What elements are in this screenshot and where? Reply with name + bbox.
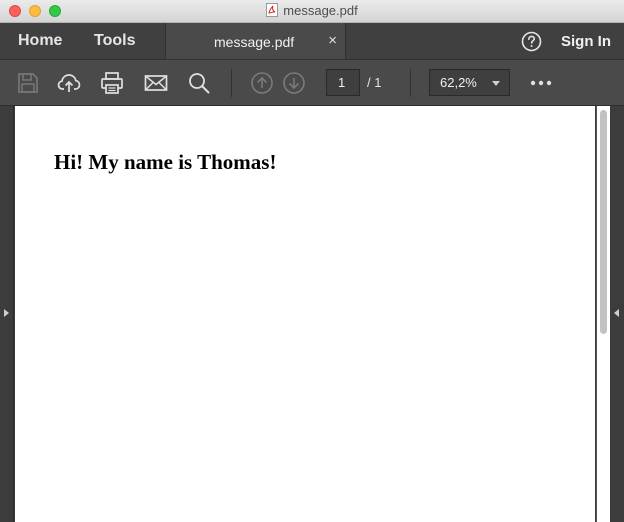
- nav-home[interactable]: Home: [18, 32, 62, 50]
- page-number-input[interactable]: 1: [326, 69, 360, 96]
- toolbar-separator: [231, 69, 232, 97]
- window-title: message.pdf: [0, 3, 624, 18]
- left-panel-toggle[interactable]: [0, 106, 14, 522]
- help-icon[interactable]: [521, 31, 542, 52]
- page-up-icon[interactable]: [250, 71, 274, 95]
- print-icon[interactable]: [100, 71, 124, 95]
- expand-right-icon: [614, 309, 619, 317]
- pdf-file-icon: [266, 3, 279, 17]
- right-panel-toggle[interactable]: [610, 106, 624, 522]
- page-total: / 1: [367, 75, 382, 90]
- toolbar: 1 / 1 62,2%: [0, 59, 624, 106]
- chevron-down-icon: [492, 81, 500, 86]
- close-tab-icon[interactable]: ×: [328, 32, 337, 49]
- email-icon[interactable]: [144, 71, 168, 95]
- page-down-icon[interactable]: [282, 71, 306, 95]
- top-navigation: Home Tools message.pdf × Sign In: [0, 23, 624, 59]
- window-titlebar: message.pdf: [0, 0, 624, 23]
- expand-left-icon: [4, 309, 9, 317]
- save-icon[interactable]: [16, 71, 40, 95]
- document-text: Hi! My name is Thomas!: [54, 150, 277, 174]
- more-icon[interactable]: [530, 80, 552, 86]
- toolbar-separator: [410, 69, 411, 97]
- window-title-text: message.pdf: [283, 3, 358, 18]
- sign-in-button[interactable]: Sign In: [561, 33, 611, 50]
- document-tab[interactable]: message.pdf ×: [165, 23, 346, 59]
- upload-cloud-icon[interactable]: [57, 71, 81, 95]
- zoom-select[interactable]: 62,2%: [429, 69, 510, 96]
- document-tab-label: message.pdf: [214, 34, 295, 50]
- scrollbar-thumb[interactable]: [600, 110, 607, 334]
- document-area: Hi! My name is Thomas!: [0, 106, 624, 522]
- zoom-value: 62,2%: [440, 75, 477, 90]
- search-icon[interactable]: [187, 71, 211, 95]
- vertical-scrollbar[interactable]: [596, 106, 610, 522]
- nav-tools[interactable]: Tools: [94, 32, 135, 50]
- pdf-page: Hi! My name is Thomas!: [15, 106, 595, 522]
